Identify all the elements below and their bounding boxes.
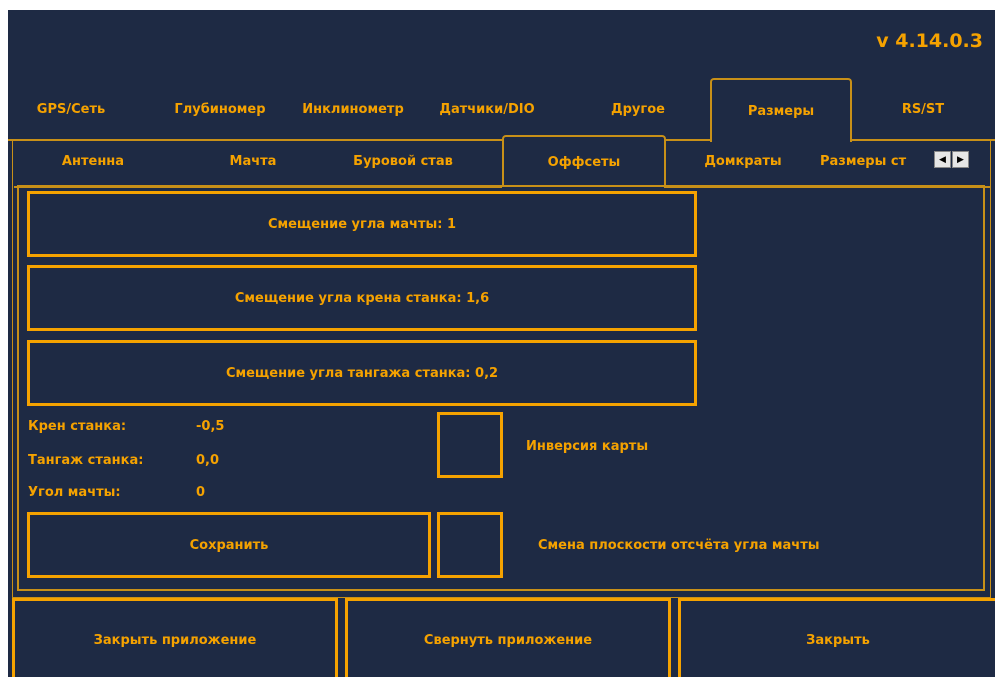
tab-gps-network[interactable]: GPS/Сеть	[16, 78, 126, 140]
pitch-value: 0,0	[196, 453, 220, 468]
tab-depth-gauge[interactable]: Глубиномер	[160, 78, 280, 140]
subtab-offsets[interactable]: Оффсеты	[502, 135, 666, 187]
app-window: v 4.14.0.3 GPS/Сеть Глубиномер Инклиноме…	[8, 10, 995, 677]
sub-tab-bar: Антенна Мачта Буровой став Оффсеты Домкр…	[8, 135, 995, 187]
roll-label: Крен станка:	[28, 419, 127, 434]
close-app-button[interactable]: Закрыть приложение	[12, 598, 338, 677]
subtab-machine-dimensions[interactable]: Размеры ст	[820, 135, 930, 187]
mast-angle-offset-button[interactable]: Смещение угла мачты: 1	[27, 191, 697, 257]
map-inversion-checkbox[interactable]	[437, 412, 503, 478]
pitch-label: Тангаж станка:	[28, 453, 144, 468]
arrow-left-icon[interactable]: ◀	[934, 151, 951, 168]
close-button[interactable]: Закрыть	[678, 598, 995, 677]
map-inversion-label: Инверсия карты	[526, 439, 649, 454]
subtab-antenna[interactable]: Антенна	[38, 135, 148, 187]
tab-sensors-dio[interactable]: Датчики/DIO	[422, 78, 552, 140]
mast-plane-checkbox[interactable]	[437, 512, 503, 578]
mast-plane-label: Смена плоскости отсчёта угла мачты	[538, 538, 820, 553]
mast-angle-label: Угол мачты:	[28, 485, 121, 500]
tab-other[interactable]: Другое	[588, 78, 688, 140]
tab-rs-st[interactable]: RS/ST	[858, 78, 988, 140]
version-label: v 4.14.0.3	[876, 30, 983, 52]
mast-angle-value: 0	[196, 485, 206, 500]
save-button[interactable]: Сохранить	[27, 512, 431, 578]
roll-angle-offset-button[interactable]: Смещение угла крена станка: 1,6	[27, 265, 697, 331]
main-tab-bar: GPS/Сеть Глубиномер Инклинометр Датчики/…	[8, 78, 995, 142]
roll-value: -0,5	[196, 419, 225, 434]
minimize-app-button[interactable]: Свернуть приложение	[345, 598, 671, 677]
pitch-angle-offset-button[interactable]: Смещение угла тангажа станка: 0,2	[27, 340, 697, 406]
tab-inclinometer[interactable]: Инклинометр	[288, 78, 418, 140]
subtab-mast[interactable]: Мачта	[208, 135, 298, 187]
arrow-right-icon[interactable]: ▶	[952, 151, 969, 168]
subtab-jacks[interactable]: Домкраты	[684, 135, 802, 187]
tab-dimensions[interactable]: Размеры	[710, 78, 852, 142]
subtab-drill-string[interactable]: Буровой став	[328, 135, 478, 187]
